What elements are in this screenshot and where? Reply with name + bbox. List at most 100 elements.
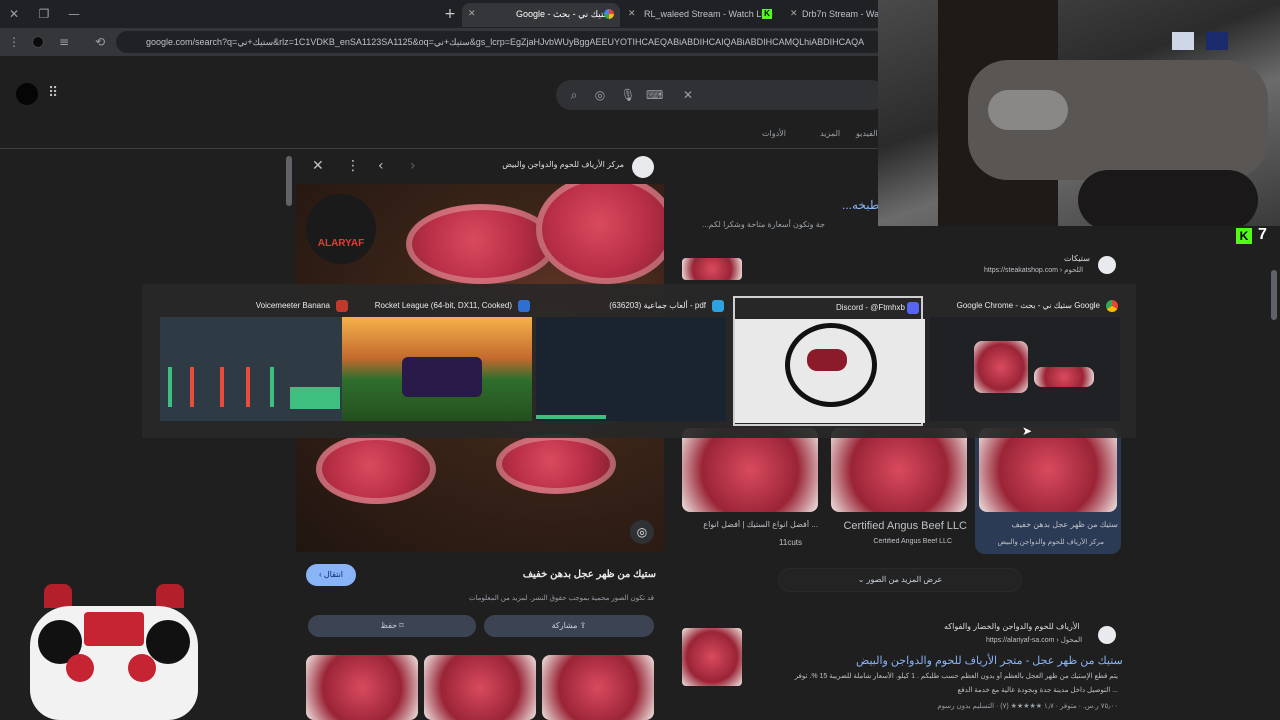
switcher-window-voicemeeter[interactable]: Voicemeeter Banana — [160, 296, 350, 426]
window-title: Discord - @Ftmhxb — [835, 303, 905, 312]
related-image-thumbnail[interactable] — [306, 655, 418, 720]
card-source: 11cuts — [779, 538, 802, 547]
telegram-app-icon — [712, 300, 724, 312]
chevron-left-icon[interactable]: ‹ — [378, 158, 384, 174]
card-caption[interactable]: Certified Angus Beef LLC — [832, 520, 967, 532]
window-preview — [160, 317, 350, 421]
close-icon[interactable]: ✕ — [312, 158, 324, 174]
result2-url[interactable]: https://alariyaf-sa.com › المحول — [986, 636, 1082, 644]
filter-more[interactable]: المزيد — [820, 129, 840, 138]
window-preview — [536, 317, 726, 421]
switcher-window-games-pdf[interactable]: ألعاب جماعية (636203) - pdf — [536, 296, 726, 426]
kick-viewer-count: 7 — [1258, 226, 1267, 243]
window-title: Voicemeeter Banana — [255, 301, 330, 310]
card-source: Certified Angus Beef LLC — [873, 538, 952, 545]
tab-label: Drb7n Stream - Watch — [802, 9, 880, 19]
clear-search-icon[interactable]: ✕ — [680, 87, 696, 103]
image-card-selected[interactable] — [975, 424, 1121, 554]
source-favicon-icon — [632, 156, 654, 178]
webcam-overlay — [878, 0, 1280, 226]
share-icon: ⇪ — [579, 621, 587, 630]
tab-rl-waleed-stream[interactable]: ✕ RL_waleed Stream - Watch Live K — [622, 3, 782, 27]
steak-image-part — [536, 184, 664, 284]
address-bar-url: google.com/search?q=ستيك+ني&rlz=1C1VDKB_… — [146, 37, 865, 47]
window-title: Google Chrome - ستيك ني - بحث Google — [956, 301, 1100, 310]
search-input[interactable]: ⌕ ◎ 🎙 ⌨ ✕ — [556, 80, 886, 110]
visit-button[interactable]: ‹ انتقال — [306, 564, 356, 586]
result2-meta: ٧٥٫٠٠ ر.س. · متوفر · ١٫٧ ★★★★★ (٧) · الت… — [937, 703, 1118, 710]
rocket-league-app-icon — [518, 300, 530, 312]
more-options-icon[interactable]: ⋮ — [346, 158, 360, 174]
lens-icon[interactable]: ◎ — [592, 87, 608, 103]
new-tab-icon[interactable]: + — [442, 6, 458, 22]
switcher-window-chrome[interactable]: Google Chrome - ستيك ني - بحث Google — [930, 296, 1120, 426]
chevron-down-icon: ⌄ — [857, 575, 867, 584]
divider — [0, 148, 878, 149]
microphone-icon[interactable]: 🎙 — [620, 87, 636, 103]
chevron-right-icon[interactable]: › — [410, 158, 416, 174]
close-window-icon[interactable]: ✕ — [6, 6, 22, 22]
close-tab-icon[interactable]: ✕ — [468, 3, 476, 25]
copyright-notice: قد تكون الصور محمية بموجب حقوق النشر. لم… — [468, 595, 654, 602]
logo-text: ALARYAF — [317, 238, 365, 249]
result2-title[interactable]: ستيك من ظهر عجل - متجر الأرياف للحوم وال… — [856, 654, 1123, 667]
result-snippet-partial: ...جة وتكون أسعارة متاحة وشكرا لكم — [702, 220, 825, 229]
page-scrollbar[interactable] — [1271, 270, 1277, 320]
panel-scrollbar[interactable] — [286, 156, 292, 206]
site-favicon-icon — [1098, 626, 1116, 644]
address-bar[interactable]: google.com/search?q=ستيك+ني&rlz=1C1VDKB_… — [116, 31, 886, 53]
kick-logo-icon: K — [1236, 228, 1252, 244]
tab-google-search[interactable]: ✕ Google - ستيك ني - بحث — [462, 3, 620, 27]
controller-overlay-graphic — [24, 584, 204, 720]
kick-favicon-icon: K — [762, 9, 772, 19]
result2-snippet: يتم قطع الإستيك من ظهر العجل بالعظم أو ب… — [794, 673, 1118, 680]
share-button[interactable]: مشاركة ⇪ — [484, 615, 654, 637]
card-caption[interactable]: ستيك من ظهر عجل بدهن خفيف — [978, 520, 1118, 529]
menu-dots-icon[interactable]: ⋮ — [6, 34, 22, 50]
keyboard-icon[interactable]: ⌨ — [646, 87, 663, 103]
window-preview — [342, 317, 532, 421]
window-preview — [735, 319, 925, 423]
result2-thumbnail[interactable] — [682, 628, 742, 686]
show-more-images-button[interactable]: ⌄ عرض المزيد من الصور — [778, 568, 1022, 592]
tab-label: RL_waleed Stream - Watch Live — [644, 9, 773, 19]
google-account-avatar[interactable] — [16, 83, 38, 105]
switcher-window-discord[interactable]: Discord - @Ftmhxb — [733, 296, 925, 426]
card-source: مركز الأرياف للحوم والدواجن والبيض — [997, 539, 1104, 546]
lens-search-icon[interactable]: ◎ — [630, 520, 654, 544]
tab-drb7n-stream[interactable]: ✕ Drb7n Stream - Watch — [784, 3, 880, 27]
window-preview — [930, 317, 1120, 421]
window-title: Rocket League (64-bit, DX11, Cooked) — [374, 301, 512, 310]
result2-snippet: التوصيل داخل مدينة جدة وبجودة عالية مع خ… — [957, 687, 1118, 694]
steak-site-name: ستيكات — [1064, 254, 1090, 263]
image-card-thumbnail[interactable] — [682, 428, 818, 512]
switcher-window-rocket-league[interactable]: Rocket League (64-bit, DX11, Cooked) — [342, 296, 532, 426]
related-image-thumbnail[interactable] — [542, 655, 654, 720]
profile-avatar[interactable] — [32, 36, 44, 48]
extension-icon[interactable]: ⟲ — [92, 34, 108, 50]
window-title: ألعاب جماعية (636203) - pdf — [609, 301, 706, 310]
restore-window-icon[interactable]: ❐ — [36, 6, 52, 22]
result2-site: الأرياف للحوم والدواجن والخضار والفواكه — [944, 622, 1080, 631]
apps-grid-icon[interactable]: ⠿ — [48, 85, 58, 101]
steak-site-url[interactable]: https://steakatshop.com › اللحوم — [984, 266, 1083, 274]
close-tab-icon[interactable]: ✕ — [790, 3, 798, 25]
result-thumbnail[interactable] — [682, 258, 742, 280]
close-tab-icon[interactable]: ✕ — [628, 3, 636, 25]
image-card-thumbnail[interactable] — [831, 428, 967, 512]
chrome-app-icon — [1106, 300, 1118, 312]
image-title: ستيك من ظهر عجل بدهن خفيف — [522, 569, 656, 580]
minimize-window-icon[interactable]: — — [66, 6, 82, 22]
related-image-thumbnail[interactable] — [424, 655, 536, 720]
card-caption[interactable]: أفضل انواع الستيك | أفضل انواع ... — [684, 520, 818, 529]
google-favicon-icon — [604, 9, 614, 19]
tab-label: Google - ستيك ني - بحث — [516, 9, 612, 19]
save-button[interactable]: حفظ ⌑ — [308, 615, 476, 637]
steak-image-part — [406, 204, 556, 284]
filter-tools[interactable]: الأدوات — [762, 129, 786, 138]
panel-source-name[interactable]: مركز الأرياف للحوم والدواجن والبيض — [450, 160, 624, 169]
search-icon[interactable]: ⌕ — [566, 87, 582, 103]
filter-videos[interactable]: الفيديو — [856, 129, 878, 138]
result-title-partial[interactable]: ...طبخه — [842, 198, 879, 212]
reading-mode-icon[interactable]: ≡ — [56, 34, 72, 50]
